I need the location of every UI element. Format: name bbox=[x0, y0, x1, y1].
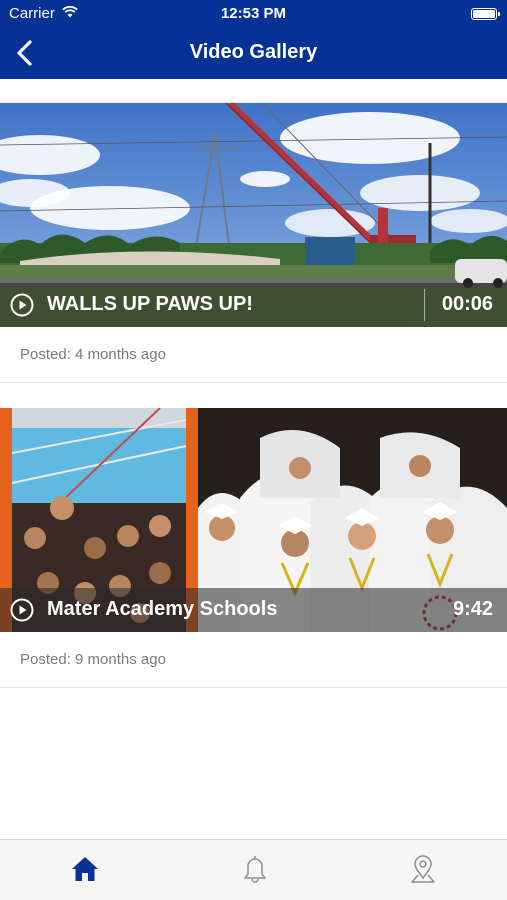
posted-date: Posted: 4 months ago bbox=[20, 346, 166, 363]
tab-home[interactable] bbox=[65, 852, 105, 888]
map-pin-icon bbox=[411, 855, 435, 883]
video-title: WALLS UP PAWS UP! bbox=[47, 293, 253, 315]
status-bar: Carrier 12:53 PM bbox=[0, 0, 507, 28]
header: Carrier 12:53 PM Video Gallery bbox=[0, 0, 507, 79]
navigation-bar: Video Gallery bbox=[0, 28, 507, 79]
posted-date: Posted: 9 months ago bbox=[20, 651, 166, 668]
status-time: 12:53 PM bbox=[220, 5, 287, 22]
video-thumbnail[interactable]: Mater Academy Schools 9:42 bbox=[0, 408, 507, 632]
battery-icon bbox=[471, 8, 500, 20]
video-overlay: WALLS UP PAWS UP! 00:06 bbox=[0, 283, 507, 327]
video-card[interactable]: Mater Academy Schools 9:42 Posted: 9 mon… bbox=[0, 408, 507, 687]
bell-icon bbox=[244, 856, 266, 883]
duration-separator bbox=[424, 289, 425, 321]
tab-bar bbox=[0, 839, 507, 900]
video-card[interactable]: WALLS UP PAWS UP! 00:06 Posted: 4 months… bbox=[0, 103, 507, 381]
video-thumbnail[interactable]: WALLS UP PAWS UP! 00:06 bbox=[0, 103, 507, 327]
video-duration: 9:42 bbox=[452, 598, 493, 620]
video-duration: 00:06 bbox=[441, 293, 493, 315]
page-title: Video Gallery bbox=[189, 41, 318, 63]
video-title: Mater Academy Schools bbox=[47, 598, 278, 620]
divider bbox=[0, 687, 507, 688]
divider bbox=[0, 382, 507, 383]
video-list: WALLS UP PAWS UP! 00:06 Posted: 4 months… bbox=[0, 79, 507, 839]
tab-location[interactable] bbox=[403, 852, 443, 888]
home-icon bbox=[72, 857, 98, 881]
video-overlay: Mater Academy Schools 9:42 bbox=[0, 588, 507, 632]
play-icon[interactable] bbox=[10, 293, 34, 317]
play-icon[interactable] bbox=[10, 598, 34, 622]
tab-notifications[interactable] bbox=[235, 852, 275, 888]
